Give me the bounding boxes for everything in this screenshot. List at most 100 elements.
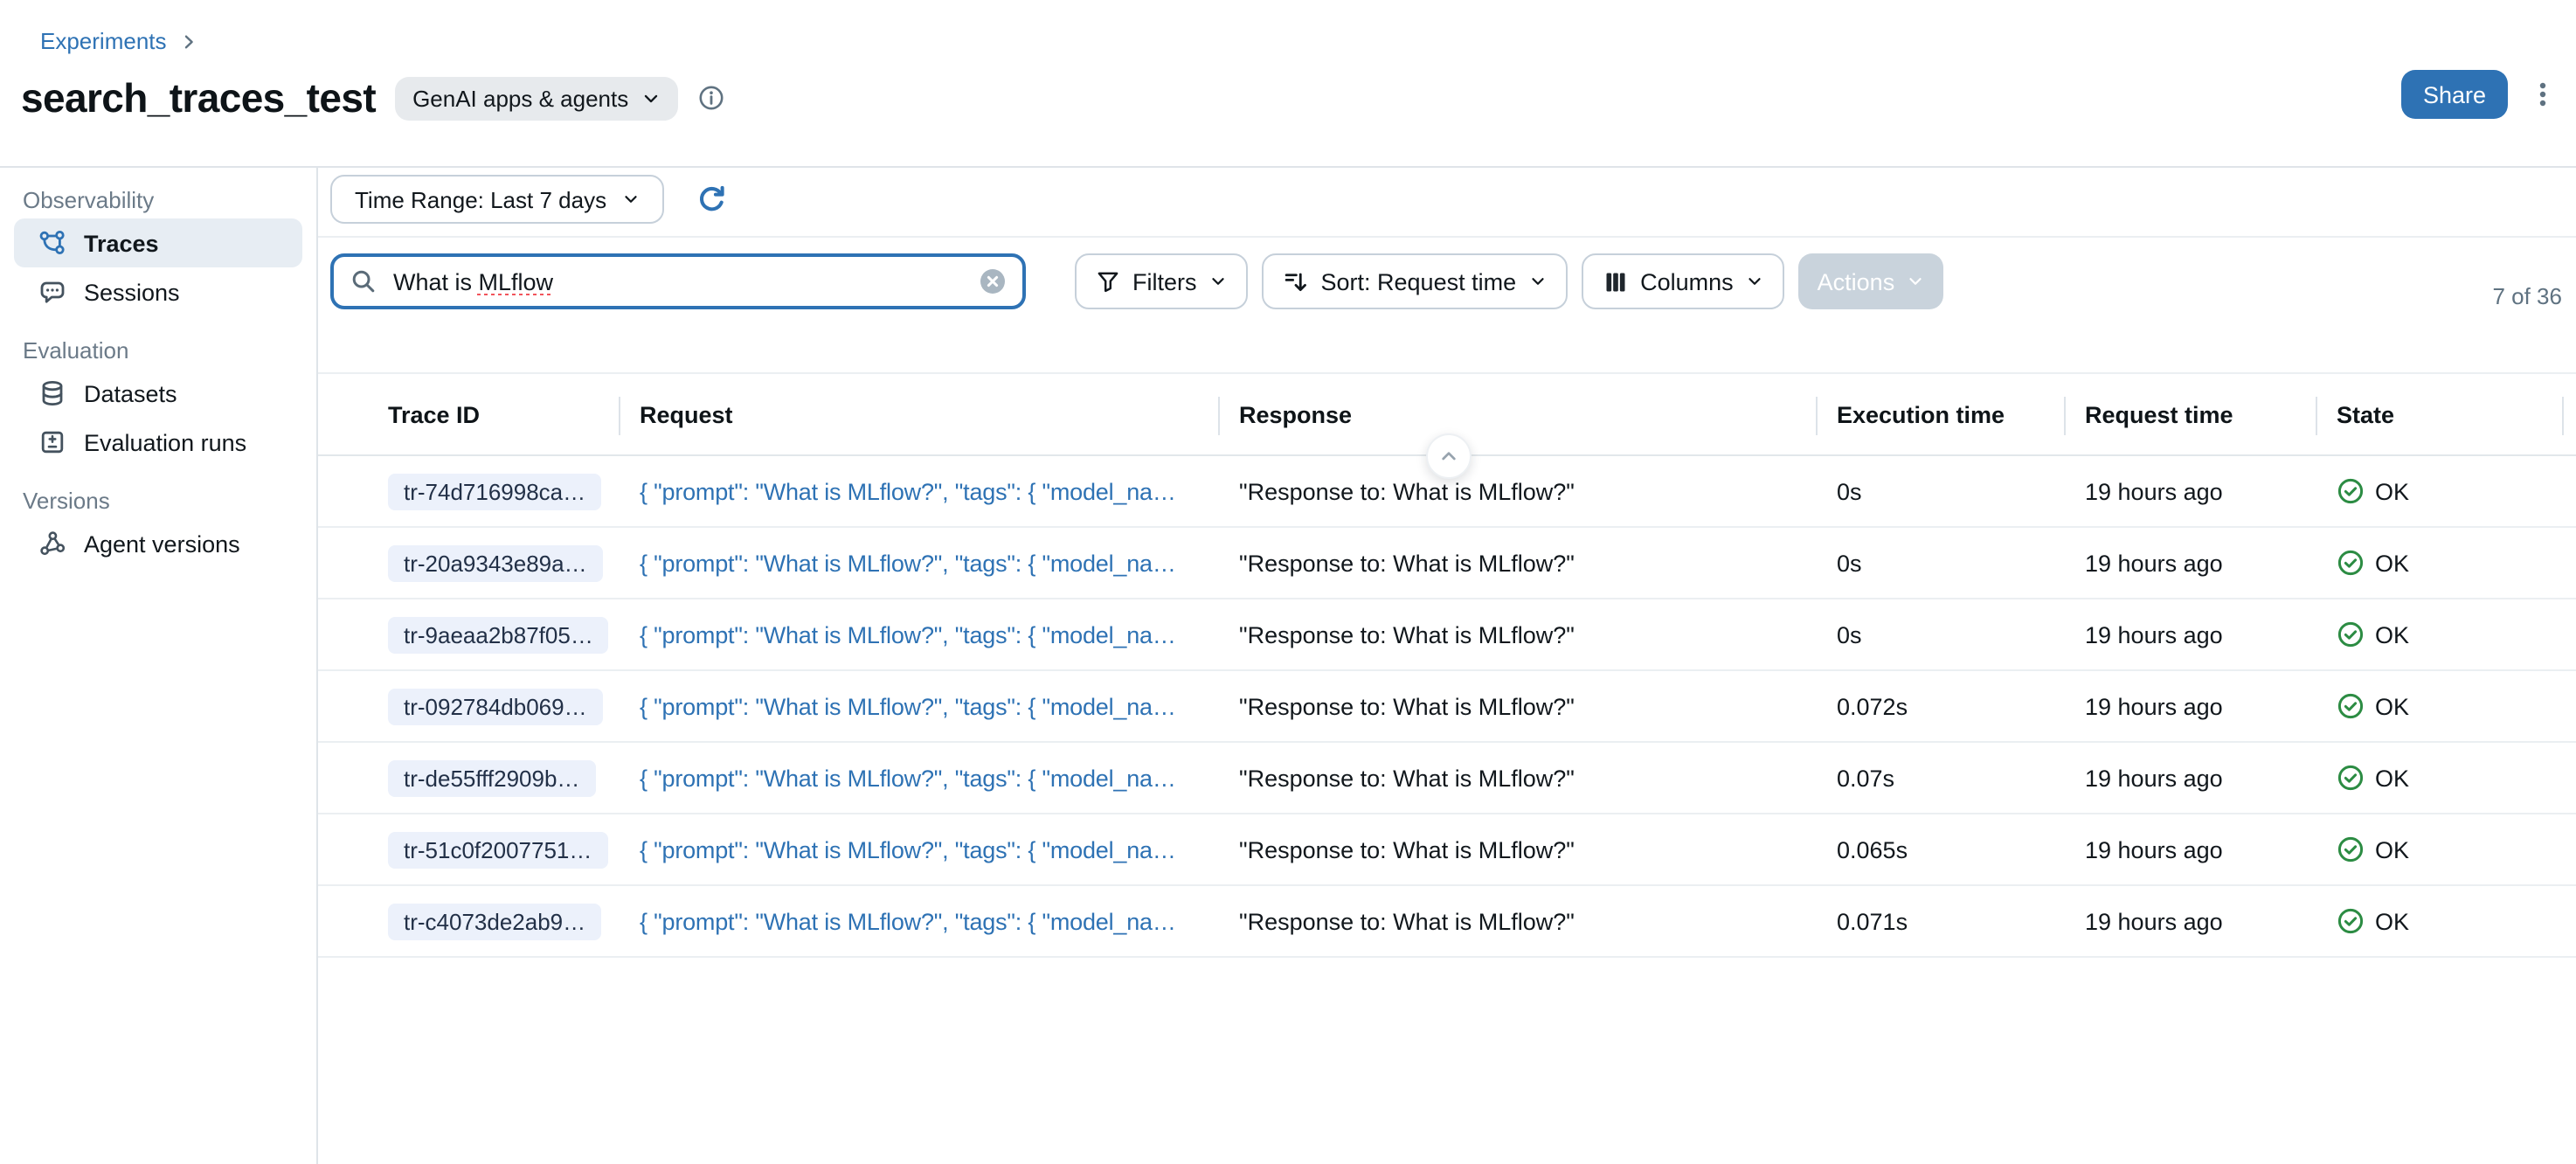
filters-button[interactable]: Filters <box>1075 253 1248 309</box>
execution-time-cell: 0.065s <box>1816 836 2064 863</box>
sidebar-item-evaluation-runs[interactable]: Evaluation runs <box>14 418 302 467</box>
refresh-button[interactable] <box>690 178 732 220</box>
check-circle-icon <box>2337 692 2365 720</box>
time-range-button[interactable]: Time Range: Last 7 days <box>330 175 664 224</box>
trace-id-pill[interactable]: tr-74d716998ca… <box>388 473 601 509</box>
breadcrumb-experiments-link[interactable]: Experiments <box>40 28 167 54</box>
request-link[interactable]: { "prompt": "What is MLflow?", "tags": {… <box>640 550 1208 576</box>
trace-id-pill[interactable]: tr-de55fff2909b… <box>388 759 595 796</box>
experiment-type-badge[interactable]: GenAI apps & agents <box>395 76 677 120</box>
state-cell: OK <box>2316 477 2576 505</box>
column-header-response[interactable]: Response <box>1218 374 1816 454</box>
check-circle-icon <box>2337 764 2365 792</box>
check-circle-icon <box>2337 907 2365 935</box>
evaluation-runs-icon <box>38 428 66 456</box>
search-value: What is MLflow <box>393 268 963 294</box>
sidebar-item-datasets[interactable]: Datasets <box>14 369 302 418</box>
toolbar-divider <box>318 236 2576 238</box>
actions-label: Actions <box>1818 268 1895 294</box>
search-input[interactable]: What is MLflow <box>330 253 1026 309</box>
request-link[interactable]: { "prompt": "What is MLflow?", "tags": {… <box>640 908 1208 934</box>
overflow-menu-icon[interactable] <box>2525 77 2560 112</box>
result-count: 7 of 36 <box>2492 283 2562 309</box>
filter-icon <box>1096 269 1120 294</box>
execution-time-cell: 0.07s <box>1816 765 2064 791</box>
sidebar-item-label: Evaluation runs <box>84 429 246 455</box>
agent-versions-icon <box>38 530 66 558</box>
column-header-state[interactable]: State <box>2316 374 2576 454</box>
table-row[interactable]: tr-20a9343e89a… { "prompt": "What is MLf… <box>318 528 2576 599</box>
experiment-type-label: GenAI apps & agents <box>412 85 628 111</box>
table-row[interactable]: tr-c4073de2ab9… { "prompt": "What is MLf… <box>318 886 2576 958</box>
request-time-cell: 19 hours ago <box>2064 621 2316 648</box>
columns-button[interactable]: Columns <box>1581 253 1784 309</box>
table-row[interactable]: tr-092784db069… { "prompt": "What is MLf… <box>318 671 2576 743</box>
trace-id-pill[interactable]: tr-20a9343e89a… <box>388 544 603 581</box>
request-link[interactable]: { "prompt": "What is MLflow?", "tags": {… <box>640 765 1208 791</box>
sidebar-item-label: Sessions <box>84 279 180 305</box>
chevron-down-icon <box>622 191 640 208</box>
share-button[interactable]: Share <box>2401 70 2508 119</box>
column-header-request-time[interactable]: Request time <box>2064 374 2316 454</box>
request-time-cell: 19 hours ago <box>2064 765 2316 791</box>
sidebar-item-label: Traces <box>84 230 159 256</box>
column-header-trace-id[interactable]: Trace ID <box>318 374 619 454</box>
state-cell: OK <box>2316 907 2576 935</box>
state-cell: OK <box>2316 692 2576 720</box>
response-cell: "Response to: What is MLflow?" <box>1218 693 1816 719</box>
sidebar: Observability Traces Sessions Evaluation… <box>0 168 318 1164</box>
column-header-request[interactable]: Request <box>619 374 1218 454</box>
sidebar-item-label: Datasets <box>84 380 177 406</box>
filters-label: Filters <box>1132 268 1197 294</box>
sidebar-item-sessions[interactable]: Sessions <box>14 267 302 316</box>
actions-button[interactable]: Actions <box>1798 253 1944 309</box>
mlflow-traces-page: Experiments search_traces_test GenAI app… <box>0 0 2576 1164</box>
response-cell: "Response to: What is MLflow?" <box>1218 836 1816 863</box>
response-cell: "Response to: What is MLflow?" <box>1218 478 1816 504</box>
traces-table: Trace ID Request Response Execution time… <box>318 372 2576 958</box>
state-cell: OK <box>2316 835 2576 863</box>
check-circle-icon <box>2337 620 2365 648</box>
collapse-header-button[interactable] <box>1426 433 1472 479</box>
trace-id-pill[interactable]: tr-092784db069… <box>388 688 603 724</box>
info-icon[interactable] <box>696 84 724 112</box>
request-link[interactable]: { "prompt": "What is MLflow?", "tags": {… <box>640 621 1208 648</box>
request-link[interactable]: { "prompt": "What is MLflow?", "tags": {… <box>640 478 1208 504</box>
chevron-up-icon <box>1438 446 1459 467</box>
time-range-row: Time Range: Last 7 days <box>330 175 732 224</box>
column-header-execution-time[interactable]: Execution time <box>1816 374 2064 454</box>
execution-time-cell: 0s <box>1816 478 2064 504</box>
table-row[interactable]: tr-9aeaa2b87f05… { "prompt": "What is ML… <box>318 599 2576 671</box>
clear-search-icon[interactable] <box>979 267 1007 295</box>
time-range-label: Time Range: Last 7 days <box>355 186 606 212</box>
sidebar-section-observability: Observability <box>0 184 316 218</box>
sidebar-section-evaluation: Evaluation <box>0 334 316 369</box>
trace-id-pill[interactable]: tr-9aeaa2b87f05… <box>388 616 609 653</box>
datasets-icon <box>38 379 66 407</box>
title-row: search_traces_test GenAI apps & agents <box>21 72 724 124</box>
chevron-down-icon <box>641 88 660 107</box>
sidebar-section-versions: Versions <box>0 484 316 519</box>
sidebar-item-agent-versions[interactable]: Agent versions <box>14 519 302 568</box>
response-cell: "Response to: What is MLflow?" <box>1218 550 1816 576</box>
request-link[interactable]: { "prompt": "What is MLflow?", "tags": {… <box>640 693 1208 719</box>
request-time-cell: 19 hours ago <box>2064 550 2316 576</box>
state-label: OK <box>2375 693 2409 719</box>
chevron-down-icon <box>1209 273 1227 290</box>
request-link[interactable]: { "prompt": "What is MLflow?", "tags": {… <box>640 836 1208 863</box>
state-label: OK <box>2375 908 2409 934</box>
table-row[interactable]: tr-51c0f2007751… { "prompt": "What is ML… <box>318 814 2576 886</box>
sort-button[interactable]: Sort: Request time <box>1262 253 1568 309</box>
trace-id-pill[interactable]: tr-c4073de2ab9… <box>388 903 601 939</box>
state-label: OK <box>2375 621 2409 648</box>
trace-id-pill[interactable]: tr-51c0f2007751… <box>388 831 607 868</box>
columns-label: Columns <box>1640 268 1734 294</box>
filter-toolbar: What is MLflow Filters Sort: Request tim… <box>330 253 1943 309</box>
table-row[interactable]: tr-de55fff2909b… { "prompt": "What is ML… <box>318 743 2576 814</box>
check-circle-icon <box>2337 835 2365 863</box>
response-cell: "Response to: What is MLflow?" <box>1218 765 1816 791</box>
chevron-down-icon <box>1528 273 1546 290</box>
sidebar-item-traces[interactable]: Traces <box>14 218 302 267</box>
response-cell: "Response to: What is MLflow?" <box>1218 621 1816 648</box>
execution-time-cell: 0s <box>1816 550 2064 576</box>
